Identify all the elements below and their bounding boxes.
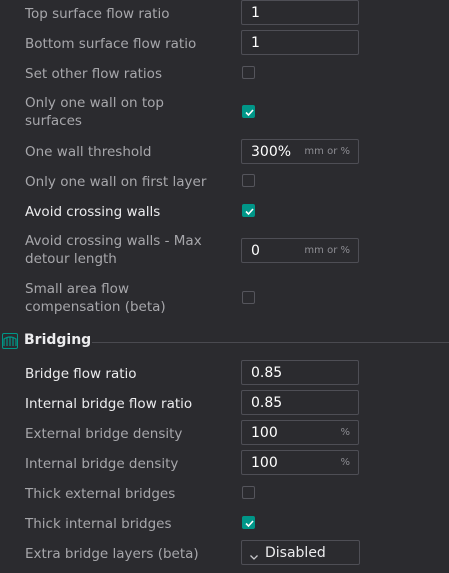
internal-bridge-flow-ratio-label: Internal bridge flow ratio (25, 396, 193, 412)
set-other-flow-ratios-label: Set other flow ratios (25, 66, 162, 82)
section-divider (92, 342, 449, 343)
bridging-section-header: Bridging (0, 330, 449, 352)
thick-external-bridges-label: Thick external bridges (25, 486, 176, 502)
internal-bridge-density-unit: % (340, 457, 350, 468)
avoid-crossing-walls-max-detour-label: Avoid crossing walls - Max detour length (25, 233, 202, 267)
bridge-flow-ratio-value: 0.85 (251, 365, 283, 381)
external-bridge-density-value: 100 (251, 425, 278, 441)
top-surface-flow-ratio-value: 1 (251, 5, 260, 21)
one-wall-threshold-value: 300% (251, 144, 292, 160)
bottom-surface-flow-ratio-value: 1 (251, 35, 260, 51)
one-wall-threshold-label: One wall threshold (25, 144, 152, 160)
avoid-crossing-walls-max-detour-value: 0 (251, 243, 260, 259)
external-bridge-density-unit: % (340, 427, 350, 438)
bridge-flow-ratio-label: Bridge flow ratio (25, 366, 137, 382)
avoid-crossing-walls-max-detour-unit: mm or % (304, 245, 350, 256)
small-area-flow-compensation-label: Small area flow compensation (beta) (25, 281, 166, 315)
thick-internal-bridges-label: Thick internal bridges (25, 516, 172, 532)
internal-bridge-density-label: Internal bridge density (25, 456, 179, 472)
check-icon (245, 520, 254, 528)
chevron-down-icon (249, 549, 259, 565)
extra-bridge-layers-value: Disabled (265, 545, 326, 561)
thick-external-bridges-checkbox[interactable] (242, 486, 255, 499)
avoid-crossing-walls-max-detour-input[interactable]: 0 mm or % (241, 238, 359, 263)
small-area-flow-compensation-checkbox[interactable] (242, 291, 255, 304)
bridge-icon (2, 333, 18, 353)
bottom-surface-flow-ratio-input[interactable]: 1 (241, 30, 359, 55)
bridging-section-title: Bridging (24, 332, 92, 348)
external-bridge-density-input[interactable]: 100 % (241, 420, 359, 445)
only-one-wall-top-checkbox[interactable] (242, 105, 255, 118)
check-icon (245, 109, 254, 117)
one-wall-threshold-input[interactable]: 300% mm or % (241, 139, 359, 164)
top-surface-flow-ratio-input[interactable]: 1 (241, 0, 359, 25)
set-other-flow-ratios-checkbox[interactable] (242, 66, 255, 79)
only-one-wall-first-layer-checkbox[interactable] (242, 174, 255, 187)
top-surface-flow-ratio-label: Top surface flow ratio (25, 6, 170, 22)
avoid-crossing-walls-label: Avoid crossing walls (25, 204, 161, 220)
internal-bridge-density-value: 100 (251, 455, 278, 471)
internal-bridge-density-input[interactable]: 100 % (241, 450, 359, 475)
thick-internal-bridges-checkbox[interactable] (242, 516, 255, 529)
internal-bridge-flow-ratio-input[interactable]: 0.85 (241, 390, 359, 415)
bottom-surface-flow-ratio-label: Bottom surface flow ratio (25, 36, 197, 52)
only-one-wall-top-label: Only one wall on top surfaces (25, 95, 164, 129)
external-bridge-density-label: External bridge density (25, 426, 183, 442)
avoid-crossing-walls-checkbox[interactable] (242, 204, 255, 217)
extra-bridge-layers-dropdown[interactable]: Disabled (241, 540, 360, 565)
check-icon (245, 208, 254, 216)
internal-bridge-flow-ratio-value: 0.85 (251, 395, 283, 411)
extra-bridge-layers-label: Extra bridge layers (beta) (25, 546, 199, 562)
bridge-flow-ratio-input[interactable]: 0.85 (241, 360, 359, 385)
one-wall-threshold-unit: mm or % (304, 146, 350, 157)
only-one-wall-first-layer-label: Only one wall on first layer (25, 174, 207, 190)
